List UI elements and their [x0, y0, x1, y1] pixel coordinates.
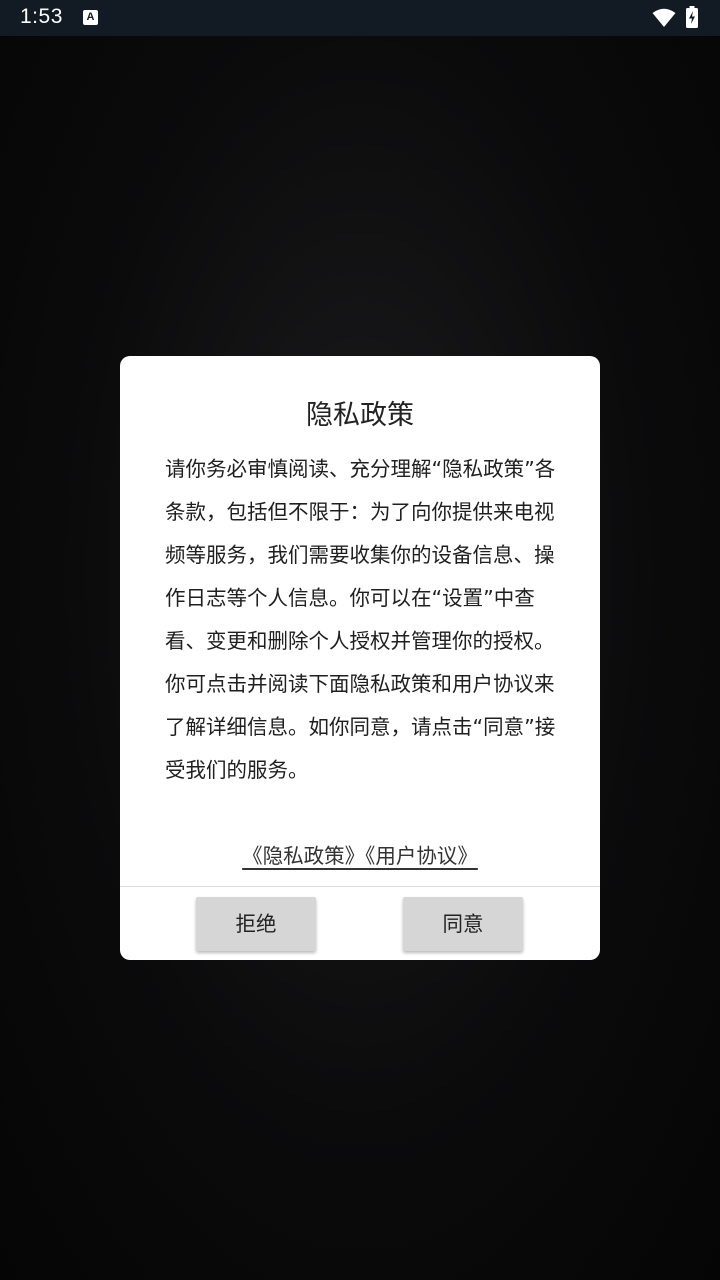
dialog-divider — [120, 886, 600, 887]
policy-paragraph-1: 请你务必审慎阅读、充分理解“隐私政策”各条款，包括但不限于：为了向你提供来电视频… — [165, 457, 556, 653]
battery-charging-icon — [686, 6, 698, 28]
a-notification-label: A — [86, 11, 95, 23]
wifi-icon — [652, 8, 676, 27]
dialog-body: 请你务必审慎阅读、充分理解“隐私政策”各条款，包括但不限于：为了向你提供来电视频… — [165, 448, 560, 792]
reject-button[interactable]: 拒绝 — [196, 897, 316, 951]
policy-paragraph-2: 你可点击并阅读下面隐私政策和用户协议来了解详细信息。如你同意，请点击“同意”接受… — [165, 672, 556, 782]
dialog-title: 隐私政策 — [306, 400, 414, 431]
status-time: 1:53 — [20, 5, 63, 28]
policy-links[interactable]: 《隐私政策》《用户协议》 — [120, 841, 600, 871]
app-screen: 1:53 A 隐私政策 请你务必审慎阅读、充分理解“隐私政策”各条款，包括但不限… — [0, 0, 720, 1280]
policy-links-text[interactable]: 《隐私政策》《用户协议》 — [242, 844, 478, 868]
privacy-policy-dialog: 隐私政策 请你务必审慎阅读、充分理解“隐私政策”各条款，包括但不限于：为了向你提… — [120, 356, 600, 960]
a-notification-icon: A — [83, 10, 98, 25]
status-bar: 1:53 A — [0, 0, 720, 36]
agree-button[interactable]: 同意 — [403, 897, 523, 951]
